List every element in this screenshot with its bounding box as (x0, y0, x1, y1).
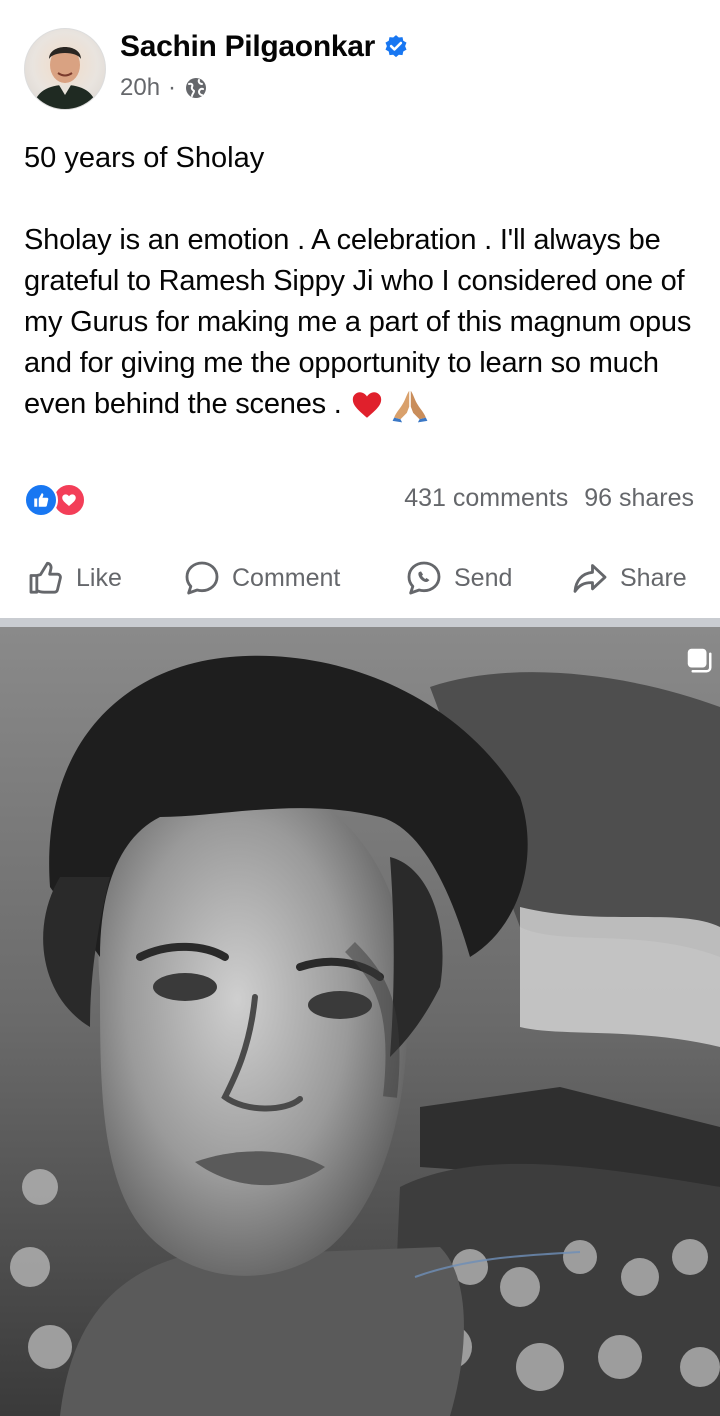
multi-photo-icon (687, 648, 712, 673)
comments-count[interactable]: 431 comments (404, 484, 568, 513)
feed-separator (0, 618, 720, 627)
meta-separator: · (168, 74, 177, 101)
author-name[interactable]: Sachin Pilgaonkar (120, 30, 375, 64)
comment-label: Comment (232, 563, 341, 592)
like-reaction-icon (24, 483, 58, 517)
like-label: Like (76, 563, 122, 592)
thumbs-up-icon (29, 561, 62, 594)
engagement-counts: 431 comments 96 shares (404, 484, 694, 513)
post-title: 50 years of Sholay (24, 142, 265, 174)
author-avatar[interactable] (24, 28, 106, 110)
verified-badge-icon (385, 35, 407, 58)
send-button[interactable]: Send (404, 550, 512, 606)
bw-portrait-photo (0, 627, 720, 1416)
share-arrow-icon (573, 564, 607, 593)
comment-bubble-icon (185, 561, 219, 595)
comment-button[interactable]: Comment (182, 550, 340, 606)
folded-hands-emoji-icon (392, 391, 428, 423)
like-button[interactable]: Like (26, 550, 122, 606)
shares-count[interactable]: 96 shares (584, 484, 694, 513)
messenger-icon (407, 561, 441, 595)
reaction-summary[interactable] (24, 483, 86, 517)
post-time[interactable]: 20h (120, 74, 160, 102)
share-label: Share (620, 563, 687, 592)
send-label: Send (454, 563, 513, 592)
globe-icon[interactable] (184, 76, 208, 100)
share-button[interactable]: Share (570, 550, 687, 606)
post-header: Sachin Pilgaonkar 20h · (24, 28, 704, 110)
post-body: Sholay is an emotion . A celebration . I… (24, 220, 704, 425)
post-meta: 20h · (120, 74, 208, 102)
heart-emoji-icon (352, 392, 381, 419)
avatar-portrait-icon (33, 47, 97, 109)
author-row: Sachin Pilgaonkar (120, 30, 409, 64)
action-bar: Like Comment Send Share (0, 550, 720, 606)
post-photo[interactable] (0, 627, 720, 1416)
